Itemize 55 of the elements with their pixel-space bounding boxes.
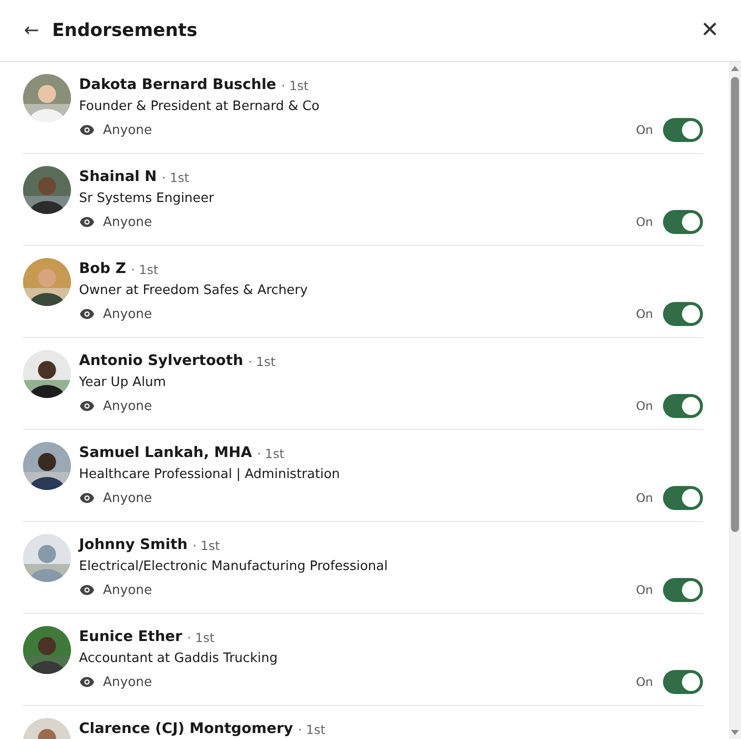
scrollbar[interactable]: [729, 62, 741, 739]
person-name[interactable]: Samuel Lankah, MHA: [79, 445, 252, 461]
toggle-state-label: On: [636, 675, 653, 689]
toggle-state-label: On: [636, 307, 653, 321]
eye-icon: [79, 582, 95, 598]
toggle-state-label: On: [636, 491, 653, 505]
toggle-state-label: On: [636, 399, 653, 413]
person-name[interactable]: Eunice Ether: [79, 629, 182, 645]
eye-icon: [79, 122, 95, 138]
eye-icon: [79, 490, 95, 506]
dialog-title: Endorsements: [52, 20, 198, 41]
toggle-state-label: On: [636, 583, 653, 597]
toggle-switch[interactable]: [663, 670, 703, 694]
toggle-switch[interactable]: [663, 302, 703, 326]
visibility-label: Anyone: [103, 582, 152, 598]
connection-degree: · 1st: [130, 262, 158, 276]
connection-degree: · 1st: [162, 170, 190, 184]
connection-degree: · 1st: [187, 630, 214, 644]
back-button[interactable]: ←: [20, 18, 44, 43]
close-button[interactable]: ✕: [696, 16, 723, 45]
person-headline: Electrical/Electronic Manufacturing Professional: [79, 558, 389, 576]
person-headline: Accountant at Gaddis Trucking: [79, 650, 279, 668]
visibility-label: Anyone: [103, 214, 152, 230]
toggle-switch[interactable]: [663, 578, 703, 602]
person-headline: Healthcare Professional | Administration: [79, 466, 341, 484]
person-name[interactable]: Johnny Smith: [79, 537, 188, 553]
eye-icon: [79, 398, 95, 414]
toggle-switch[interactable]: [663, 210, 703, 234]
toggle-switch[interactable]: [663, 486, 703, 510]
eye-icon: [79, 214, 95, 230]
eye-icon: [79, 674, 95, 690]
person-name[interactable]: Antonio Sylvertooth: [79, 353, 244, 369]
connection-degree: · 1st: [192, 538, 220, 552]
toggle-switch[interactable]: [663, 394, 703, 418]
connection-degree: · 1st: [281, 78, 309, 92]
person-headline: Sr Systems Engineer: [79, 190, 216, 208]
connection-degree: · 1st: [298, 722, 326, 736]
visibility-label: Anyone: [103, 490, 152, 506]
visibility-label: Anyone: [103, 398, 152, 414]
connection-degree: · 1st: [256, 446, 284, 460]
toggle-switch[interactable]: [663, 118, 703, 142]
person-name[interactable]: Clarence (CJ) Montgomery: [79, 721, 294, 737]
person-name[interactable]: Dakota Bernard Buschle: [79, 77, 276, 93]
toggle-state-label: On: [636, 215, 653, 229]
visibility-label: Anyone: [103, 306, 152, 322]
person-name[interactable]: Shainal N: [79, 169, 157, 185]
visibility-label: Anyone: [103, 674, 152, 690]
person-headline: Owner at Freedom Safes & Archery: [79, 282, 309, 300]
visibility-label: Anyone: [103, 122, 152, 138]
toggle-state-label: On: [636, 123, 653, 137]
person-headline: Year Up Alum: [79, 374, 167, 392]
person-name[interactable]: Bob Z: [79, 261, 126, 277]
eye-icon: [79, 306, 95, 322]
person-headline: Founder & President at Bernard & Co: [79, 98, 320, 116]
connection-degree: · 1st: [248, 354, 276, 368]
